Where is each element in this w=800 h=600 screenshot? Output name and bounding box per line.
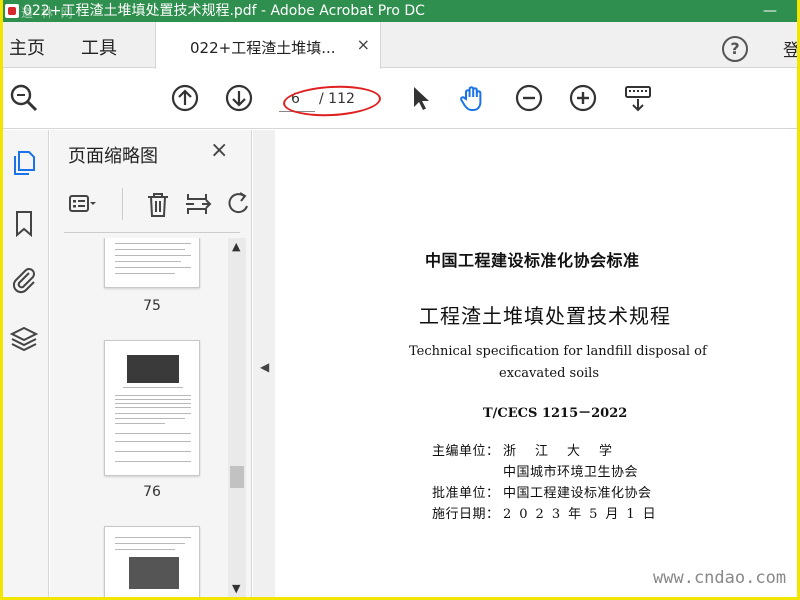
panel-title: 页面缩略图 <box>68 146 158 167</box>
close-panel-button[interactable]: × <box>210 138 228 163</box>
close-tab-button[interactable]: × <box>357 35 370 54</box>
page-thumbnail[interactable] <box>104 526 200 597</box>
page-thumbnail[interactable] <box>104 340 200 476</box>
document-main-title: 工程渣土堆填处置技术规程 <box>419 304 671 328</box>
sign-in-button[interactable]: 登 <box>783 36 797 61</box>
scrollbar-thumb[interactable] <box>230 466 244 488</box>
panel-divider <box>64 232 240 233</box>
document-view[interactable]: 中国工程建设标准化协会标准 工程渣土堆填处置技术规程 Technical spe… <box>275 130 797 597</box>
tab-bar: 主页 工具 022+工程渣土堆填... × ? 登 <box>3 22 797 69</box>
chief-editor-label: 主编单位： <box>432 444 500 459</box>
collapse-arrow-icon[interactable]: ◀ <box>260 360 269 374</box>
attachment-icon[interactable] <box>9 264 39 294</box>
layers-icon[interactable] <box>9 324 39 354</box>
thumbnail-options-icon[interactable] <box>68 190 96 218</box>
search-zoom-icon[interactable] <box>9 83 39 113</box>
acrobat-window: 022+工程渣土堆填处置技术规程.pdf - Adobe Acrobat Pro… <box>3 0 797 597</box>
bookmark-icon[interactable] <box>9 208 39 238</box>
help-icon[interactable]: ? <box>722 36 748 62</box>
toolbar-separator <box>122 188 123 220</box>
chief-editor-unit-1: 浙江大学 <box>503 444 632 459</box>
page-thumbnail-number: 75 <box>143 298 161 314</box>
approver-unit: 中国工程建设标准化协会 <box>503 486 652 501</box>
insert-page-icon[interactable] <box>184 190 212 218</box>
chief-editor-unit-2: 中国城市环境卫生协会 <box>503 465 639 480</box>
window-title: 022+工程渣土堆填处置技术规程.pdf - Adobe Acrobat Pro… <box>23 3 425 19</box>
home-tab[interactable]: 主页 <box>9 34 45 60</box>
acrobat-app-icon <box>5 4 19 18</box>
thumbnail-list: 75 76 <box>50 238 228 597</box>
standard-code: T/CECS 1215－2022 <box>483 406 628 421</box>
keyboard-scroll-icon[interactable] <box>623 83 653 113</box>
panel-collapse-strip[interactable]: ◀ <box>253 130 275 597</box>
left-navigation-rail <box>3 130 49 597</box>
english-title-line-1: Technical specification for landfill dis… <box>409 344 707 359</box>
hand-icon[interactable] <box>458 83 488 113</box>
zoom-in-icon[interactable] <box>568 83 598 113</box>
thumbnail-scrollbar[interactable]: ▲ ▼ <box>228 238 246 597</box>
select-arrow-icon[interactable] <box>405 83 435 113</box>
delete-icon[interactable] <box>144 190 172 218</box>
page-down-icon[interactable] <box>224 83 254 113</box>
english-title-line-2: excavated soils <box>499 366 600 381</box>
page-thumbnail-number: 76 <box>143 484 161 500</box>
effective-date-label: 施行日期： <box>432 507 500 522</box>
page-thumbnails-panel: 页面缩略图 × 75 76 ▲ ▼ <box>50 130 252 597</box>
overlay-watermark: 道 林 网 <box>21 6 75 20</box>
zoom-out-icon[interactable] <box>514 83 544 113</box>
page-thumbnail[interactable] <box>104 238 200 288</box>
effective-date: 2023年5月1日 <box>503 507 664 522</box>
toolbar: 6 / 112 <box>3 69 797 129</box>
minimize-button[interactable]: — <box>763 0 777 22</box>
standard-org-title: 中国工程建设标准化协会标准 <box>425 251 640 270</box>
tools-tab[interactable]: 工具 <box>81 34 117 60</box>
pages-icon[interactable] <box>9 148 39 178</box>
document-tab-label: 022+工程渣土堆填... <box>190 39 336 57</box>
document-tab[interactable]: 022+工程渣土堆填... × <box>155 22 381 69</box>
title-bar: 022+工程渣土堆填处置技术规程.pdf - Adobe Acrobat Pro… <box>3 0 797 22</box>
page-up-icon[interactable] <box>170 83 200 113</box>
site-watermark: www.cndao.com <box>653 568 787 588</box>
rotate-icon[interactable] <box>224 190 252 218</box>
approver-label: 批准单位： <box>432 486 500 501</box>
